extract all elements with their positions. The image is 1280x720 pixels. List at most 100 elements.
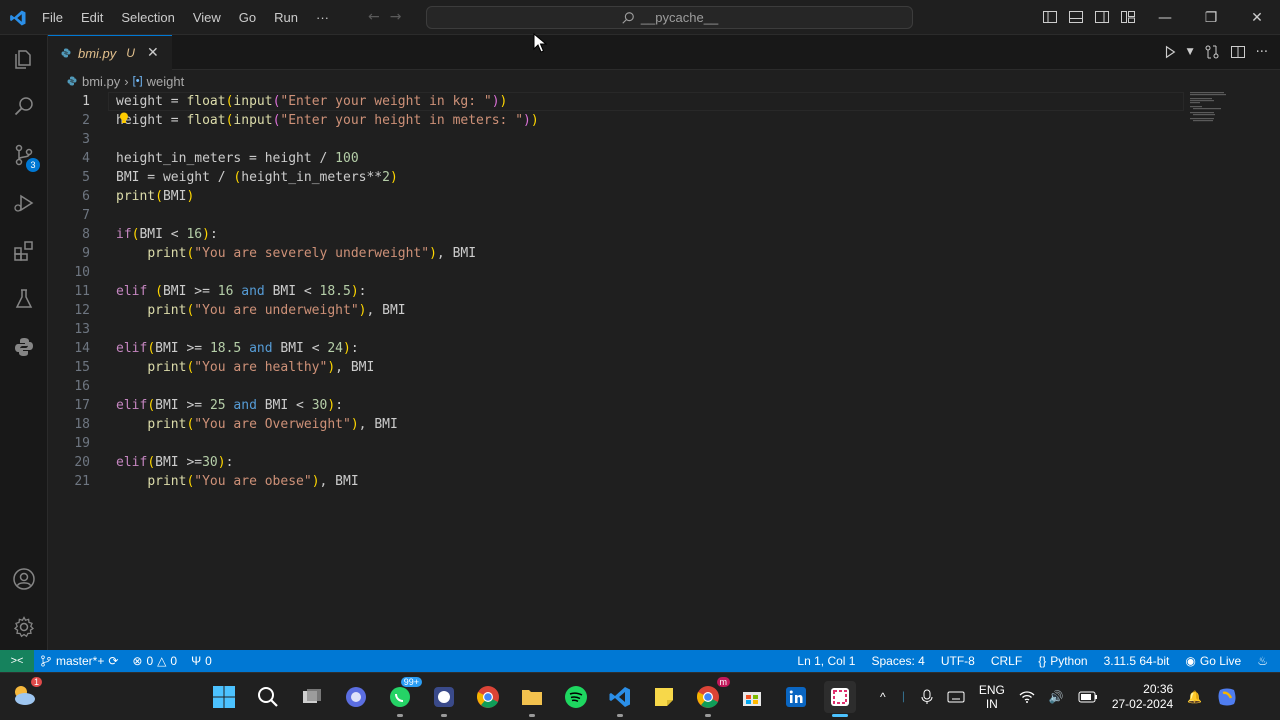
- taskbar-app-linkedin[interactable]: [780, 681, 812, 713]
- python-button[interactable]: [0, 323, 48, 371]
- language-mode[interactable]: {} Python: [1038, 654, 1087, 668]
- code-line: 20 elif(BMI >=30):: [48, 453, 1188, 472]
- line-code: elif(BMI >= 18.5 and BMI < 24):: [116, 341, 359, 356]
- accounts-button[interactable]: [0, 555, 48, 603]
- start-button[interactable]: [208, 681, 240, 713]
- menu-run[interactable]: Run: [274, 10, 298, 25]
- taskbar-app-file-explorer[interactable]: [516, 681, 548, 717]
- command-center[interactable]: __pycache__: [426, 6, 913, 29]
- python-interpreter[interactable]: 3.11.5 64-bit: [1104, 654, 1170, 668]
- more-actions-icon[interactable]: ···: [1256, 45, 1268, 60]
- taskbar-app-obs[interactable]: [428, 681, 460, 717]
- clock[interactable]: 20:36 27-02-2024: [1112, 682, 1173, 712]
- files-icon: [15, 50, 31, 69]
- copilot-pre-icon[interactable]: [1216, 686, 1238, 708]
- date: 27-02-2024: [1111, 697, 1174, 711]
- extensions-button[interactable]: [0, 227, 48, 275]
- taskbar-app-copilot[interactable]: [340, 681, 372, 713]
- line-code: height_in_meters = height / 100: [116, 151, 359, 166]
- code-line: 7: [48, 206, 1188, 225]
- compare-changes-icon[interactable]: [1204, 44, 1220, 60]
- menu-more[interactable]: ···: [316, 10, 329, 25]
- bell-icon[interactable]: ♨: [1257, 654, 1268, 668]
- menu-bar: File Edit Selection View Go Run ···: [42, 0, 347, 35]
- encoding[interactable]: UTF-8: [941, 654, 975, 668]
- profile-badge: m: [716, 677, 730, 687]
- cursor-position[interactable]: Ln 1, Col 1: [797, 654, 855, 668]
- line-ending[interactable]: CRLF: [991, 654, 1022, 668]
- volume-icon[interactable]: 🔊: [1049, 690, 1064, 704]
- branch-icon: [41, 655, 51, 667]
- taskbar-app-sticky-notes[interactable]: [648, 681, 680, 713]
- line-code: elif(BMI >=30):: [116, 455, 234, 470]
- run-debug-button[interactable]: [0, 179, 48, 227]
- language-label: Python: [1050, 654, 1088, 668]
- toggle-primary-sidebar-icon[interactable]: [1042, 9, 1058, 25]
- forward-arrow-icon[interactable]: →: [390, 9, 402, 25]
- problems-indicator[interactable]: ⊗ 0 △ 0: [132, 654, 177, 668]
- search-button[interactable]: [0, 83, 48, 131]
- taskbar-search-button[interactable]: [252, 681, 284, 713]
- vscode-logo-icon[interactable]: [9, 9, 27, 27]
- source-control-button[interactable]: 3: [0, 131, 48, 179]
- breadcrumb-symbol[interactable]: weight: [147, 74, 185, 89]
- chevron-down-icon[interactable]: ▼: [1187, 47, 1194, 57]
- menu-file[interactable]: File: [42, 10, 63, 25]
- notification-bell-icon[interactable]: 🔔: [1187, 690, 1202, 704]
- toggle-secondary-sidebar-icon[interactable]: [1094, 9, 1110, 25]
- keyboard-icon[interactable]: [947, 690, 965, 704]
- spotify-icon: [565, 686, 587, 708]
- toggle-panel-icon[interactable]: [1068, 9, 1084, 25]
- taskbar-app-whatsapp[interactable]: 99+: [384, 677, 422, 717]
- task-view-button[interactable]: [296, 681, 328, 713]
- minimize-icon[interactable]: —: [1142, 0, 1188, 35]
- language-indicator[interactable]: ENG IN: [979, 683, 1005, 711]
- run-file-icon[interactable]: [1163, 45, 1177, 59]
- remote-button[interactable]: ><: [0, 650, 34, 672]
- line-number: 9: [82, 246, 90, 261]
- back-arrow-icon[interactable]: ←: [368, 9, 380, 25]
- variable-icon: [•]: [132, 75, 143, 87]
- branch-indicator[interactable]: master*+ ⟳: [40, 654, 118, 668]
- tab-bmi-py[interactable]: bmi.py U ✕: [48, 35, 172, 70]
- menu-view[interactable]: View: [193, 10, 221, 25]
- taskbar-app-chrome-profile[interactable]: m: [692, 677, 730, 717]
- breadcrumb-file[interactable]: bmi.py: [82, 74, 120, 89]
- taskbar-app-vscode[interactable]: [604, 681, 636, 717]
- microphone-icon[interactable]: [921, 689, 933, 705]
- chevron-up-icon[interactable]: ^: [880, 690, 886, 704]
- close-window-icon[interactable]: ✕: [1234, 0, 1280, 35]
- restore-icon[interactable]: ❐: [1188, 0, 1234, 35]
- taskbar-app-snipping-tool[interactable]: [824, 681, 856, 717]
- menu-edit[interactable]: Edit: [81, 10, 103, 25]
- line-number: 7: [82, 208, 90, 223]
- menu-selection[interactable]: Selection: [121, 10, 174, 25]
- testing-button[interactable]: [0, 275, 48, 323]
- line-number: 10: [74, 265, 90, 280]
- taskbar-app-spotify[interactable]: [560, 681, 592, 713]
- manage-button[interactable]: [0, 603, 48, 651]
- close-icon[interactable]: ✕: [147, 45, 159, 61]
- lightbulb-icon[interactable]: [119, 112, 129, 124]
- wifi-icon[interactable]: [1019, 690, 1035, 704]
- taskbar-app-store[interactable]: [736, 681, 768, 713]
- indentation[interactable]: Spaces: 4: [871, 654, 924, 668]
- line-number: 19: [74, 436, 90, 451]
- breadcrumb: bmi.py › [•] weight: [48, 70, 1280, 92]
- customize-layout-icon[interactable]: [1120, 9, 1136, 25]
- scm-badge: 3: [26, 158, 40, 172]
- explorer-button[interactable]: [0, 35, 48, 83]
- code-line: 12 print("You are underweight"), BMI: [48, 301, 1188, 320]
- battery-icon[interactable]: [1078, 691, 1098, 703]
- code-editor[interactable]: 1 weight = float(input("Enter your weight…: [48, 92, 1280, 650]
- running-indicator: [529, 714, 535, 717]
- line-code: print(BMI): [116, 189, 195, 204]
- ports-indicator[interactable]: Ψ 0: [191, 654, 212, 668]
- taskbar-app-chrome[interactable]: [472, 681, 504, 713]
- weather-widget[interactable]: 1: [10, 677, 42, 709]
- menu-go[interactable]: Go: [239, 10, 256, 25]
- split-editor-icon[interactable]: [1230, 44, 1246, 60]
- minimap[interactable]: [1190, 92, 1230, 122]
- bluetooth-icon[interactable]: ᛁ: [900, 690, 907, 704]
- go-live-button[interactable]: ◉ Go Live: [1185, 654, 1241, 668]
